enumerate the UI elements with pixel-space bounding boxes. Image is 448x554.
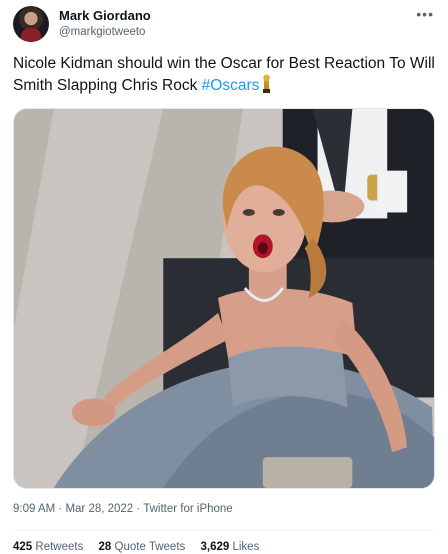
quotes-stat[interactable]: 28 Quote Tweets: [99, 541, 186, 553]
tweet-source: Twitter for iPhone: [143, 503, 233, 515]
quotes-label: Quote Tweets: [114, 541, 186, 553]
hashtag-link[interactable]: #Oscars: [202, 77, 260, 94]
quotes-count: 28: [98, 541, 112, 553]
tweet-photo[interactable]: [13, 108, 435, 489]
oscar-statuette-icon: [262, 74, 272, 93]
engagement-stats: 425 Retweets 28 Quote Tweets 3,629 Likes: [13, 541, 271, 553]
tweet-timestamp[interactable]: 9:09 AM · Mar 28, 2022 · Twitter for iPh…: [13, 503, 233, 515]
avatar[interactable]: [13, 6, 49, 42]
author-handle[interactable]: @markgiotweeto: [59, 26, 145, 38]
retweets-count: 425: [13, 541, 33, 553]
author-name[interactable]: Mark Giordano: [59, 8, 151, 23]
more-options-icon[interactable]: •••: [416, 6, 434, 22]
retweets-label: Retweets: [35, 541, 84, 553]
tweet-time: 9:09 AM: [13, 503, 56, 515]
separator: ·: [55, 503, 66, 515]
tweet-card: Mark Giordano @markgiotweeto ••• Nicole …: [0, 0, 448, 554]
divider: [13, 530, 435, 531]
tweet-date: Mar 28, 2022: [65, 503, 134, 515]
retweets-stat[interactable]: 425 Retweets: [13, 541, 83, 553]
likes-label: Likes: [232, 541, 260, 553]
photo-illustration: [14, 109, 434, 488]
likes-stat[interactable]: 3,629 Likes: [200, 541, 259, 553]
tweet-text: Nicole Kidman should win the Oscar for B…: [13, 54, 438, 96]
separator: ·: [133, 503, 144, 515]
likes-count: 3,629: [200, 541, 230, 553]
